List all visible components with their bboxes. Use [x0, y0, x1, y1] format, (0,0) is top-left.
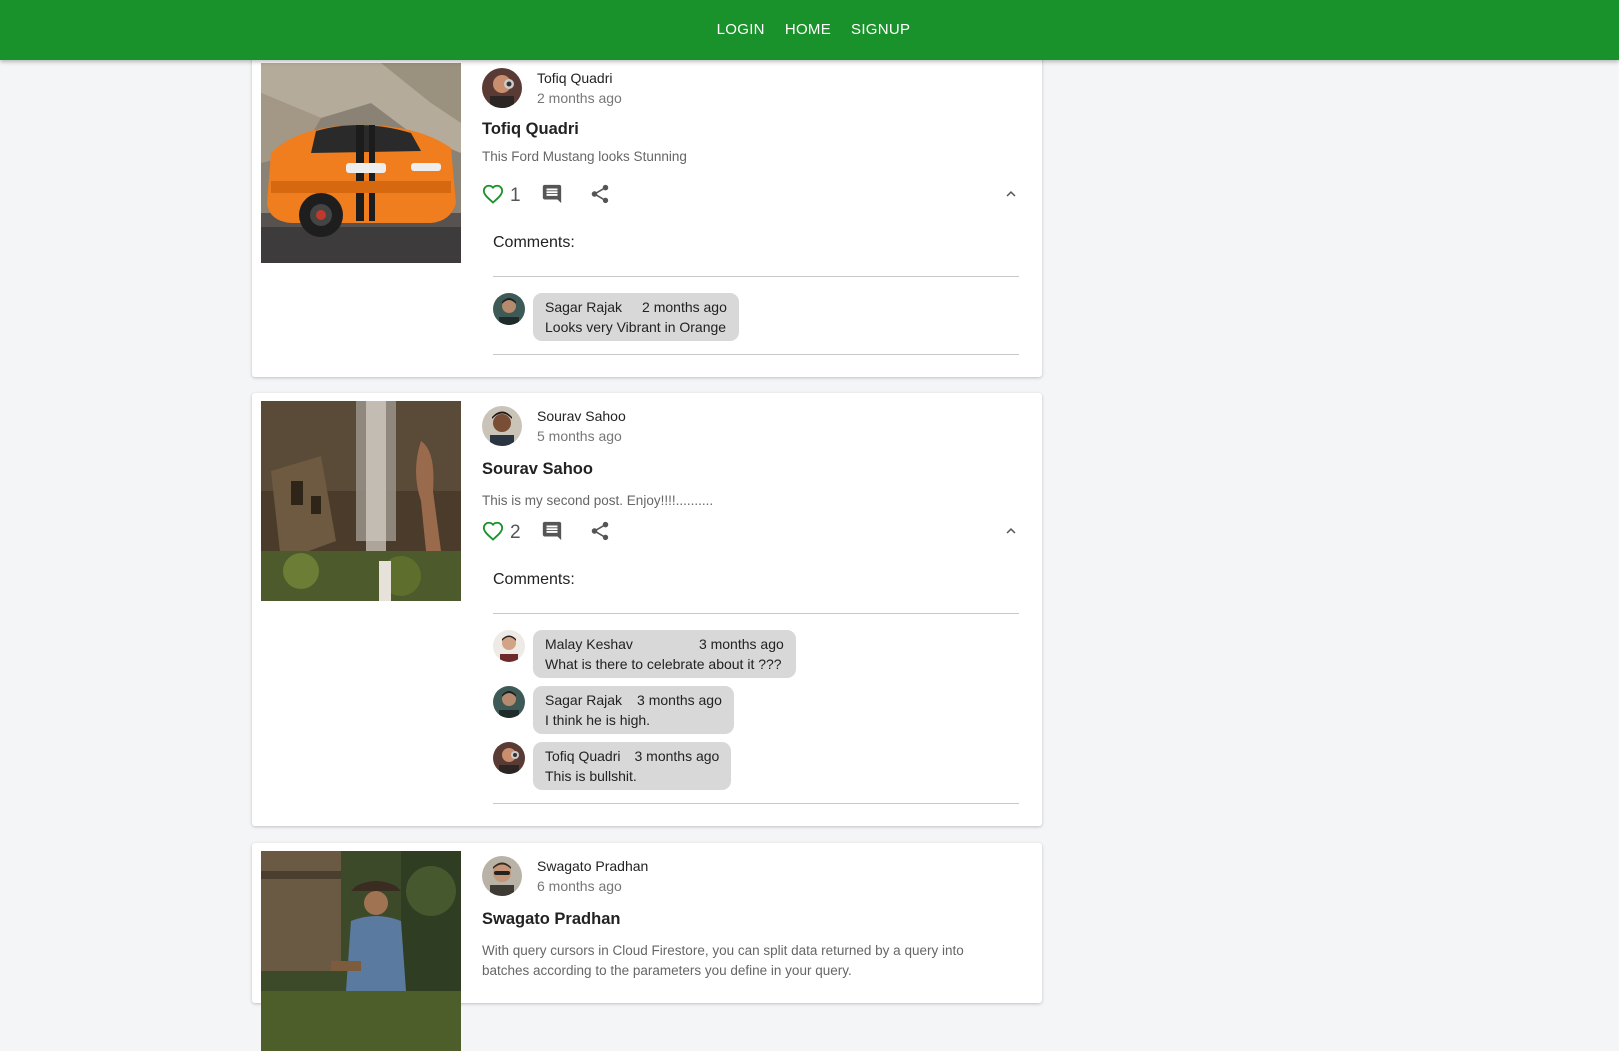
post-author: Swagato Pradhan 6 months ago — [482, 856, 648, 896]
comment-time: 3 months ago — [698, 636, 784, 652]
comment-icon — [541, 183, 563, 210]
comment-item: Malay Keshav 3 months ago What is there … — [493, 630, 1019, 679]
author-avatar[interactable] — [482, 68, 522, 108]
share-icon — [589, 520, 611, 547]
commenter-name[interactable]: Sagar Rajak — [545, 297, 622, 317]
chevron-up-icon — [1002, 185, 1020, 208]
commenter-name[interactable]: Tofiq Quadri — [545, 746, 620, 766]
post-author: Sourav Sahoo 5 months ago — [482, 406, 626, 446]
post-author: Tofiq Quadri 2 months ago — [482, 68, 622, 108]
post-actions: 2 — [482, 519, 1022, 547]
comment-bubble: Tofiq Quadri 3 months ago This is bullsh… — [533, 742, 732, 790]
post-image[interactable] — [261, 63, 461, 263]
post-image[interactable] — [261, 401, 461, 601]
author-name[interactable]: Swagato Pradhan — [537, 856, 648, 876]
post-timestamp: 2 months ago — [537, 90, 622, 106]
comments-section: Comments: Malay Keshav 3 months ago What… — [493, 571, 1019, 804]
comment-time: 3 months ago — [634, 748, 720, 764]
comment-text: What is there to celebrate about it ??? — [545, 656, 782, 672]
author-name[interactable]: Tofiq Quadri — [537, 68, 622, 88]
comment-text: Looks very Vibrant in Orange — [545, 319, 727, 335]
like-button[interactable]: 2 — [482, 519, 521, 547]
nav-signup-link[interactable]: SIGNUP — [851, 21, 910, 38]
post-title: Sourav Sahoo — [482, 460, 593, 478]
comment-text: I think he is high. — [545, 712, 651, 728]
commenter-avatar[interactable] — [493, 686, 525, 718]
like-count: 2 — [510, 522, 521, 543]
post-title: Swagato Pradhan — [482, 910, 621, 928]
author-avatar[interactable] — [482, 856, 522, 896]
post-body: This Ford Mustang looks Stunning — [482, 149, 687, 164]
share-icon — [589, 183, 611, 210]
share-button[interactable] — [589, 519, 611, 547]
post-card: Sourav Sahoo 5 months ago Sourav Sahoo T… — [252, 393, 1042, 826]
post-body: This is my second post. Enjoy!!!!.......… — [482, 493, 714, 508]
comment-icon — [541, 520, 563, 547]
commenter-name[interactable]: Malay Keshav — [545, 634, 633, 654]
comment-button[interactable] — [541, 182, 563, 210]
comment-text: This is bullshit. — [545, 768, 637, 784]
comment-bubble: Malay Keshav 3 months ago What is there … — [533, 630, 796, 678]
collapse-comments-button[interactable] — [1002, 519, 1020, 547]
post-image[interactable] — [261, 851, 461, 1051]
comment-item: Sagar Rajak 2 months ago Looks very Vibr… — [493, 293, 1019, 342]
commenter-avatar[interactable] — [493, 630, 525, 662]
commenter-avatar[interactable] — [493, 742, 525, 774]
like-button[interactable]: 1 — [482, 182, 521, 210]
post-actions: 1 — [482, 182, 1022, 210]
nav-home-link[interactable]: HOME — [785, 21, 831, 38]
share-button[interactable] — [589, 182, 611, 210]
comments-divider — [493, 354, 1019, 355]
collapse-comments-button[interactable] — [1002, 182, 1020, 210]
comment-button[interactable] — [541, 519, 563, 547]
chevron-up-icon — [1002, 522, 1020, 545]
comment-time: 2 months ago — [642, 299, 727, 315]
commenter-name[interactable]: Sagar Rajak — [545, 690, 622, 710]
nav-links: LOGIN HOME SIGNUP — [717, 21, 911, 38]
post-timestamp: 6 months ago — [537, 878, 622, 894]
author-name[interactable]: Sourav Sahoo — [537, 406, 626, 426]
comments-divider — [493, 803, 1019, 804]
heart-outline-icon — [482, 183, 504, 210]
comments-label: Comments: — [493, 234, 575, 251]
comment-bubble: Sagar Rajak 2 months ago Looks very Vibr… — [533, 293, 739, 341]
like-count: 1 — [510, 185, 521, 206]
heart-outline-icon — [482, 520, 504, 547]
post-card: Swagato Pradhan 6 months ago Swagato Pra… — [252, 843, 1042, 1051]
comment-item: Sagar Rajak 3 months ago I think he is h… — [493, 686, 1019, 735]
post-timestamp: 5 months ago — [537, 428, 622, 444]
nav-login-link[interactable]: LOGIN — [717, 21, 765, 38]
comment-item: Tofiq Quadri 3 months ago This is bullsh… — [493, 742, 1019, 791]
top-navbar: LOGIN HOME SIGNUP — [0, 0, 1619, 60]
author-avatar[interactable] — [482, 406, 522, 446]
comment-time: 3 months ago — [637, 692, 722, 708]
post-title: Tofiq Quadri — [482, 120, 579, 138]
comments-label: Comments: — [493, 571, 575, 588]
commenter-avatar[interactable] — [493, 293, 525, 325]
post-body: With query cursors in Cloud Firestore, y… — [482, 943, 964, 978]
comment-bubble: Sagar Rajak 3 months ago I think he is h… — [533, 686, 734, 734]
comments-section: Comments: Sagar Rajak 2 months ago Looks… — [493, 234, 1019, 355]
